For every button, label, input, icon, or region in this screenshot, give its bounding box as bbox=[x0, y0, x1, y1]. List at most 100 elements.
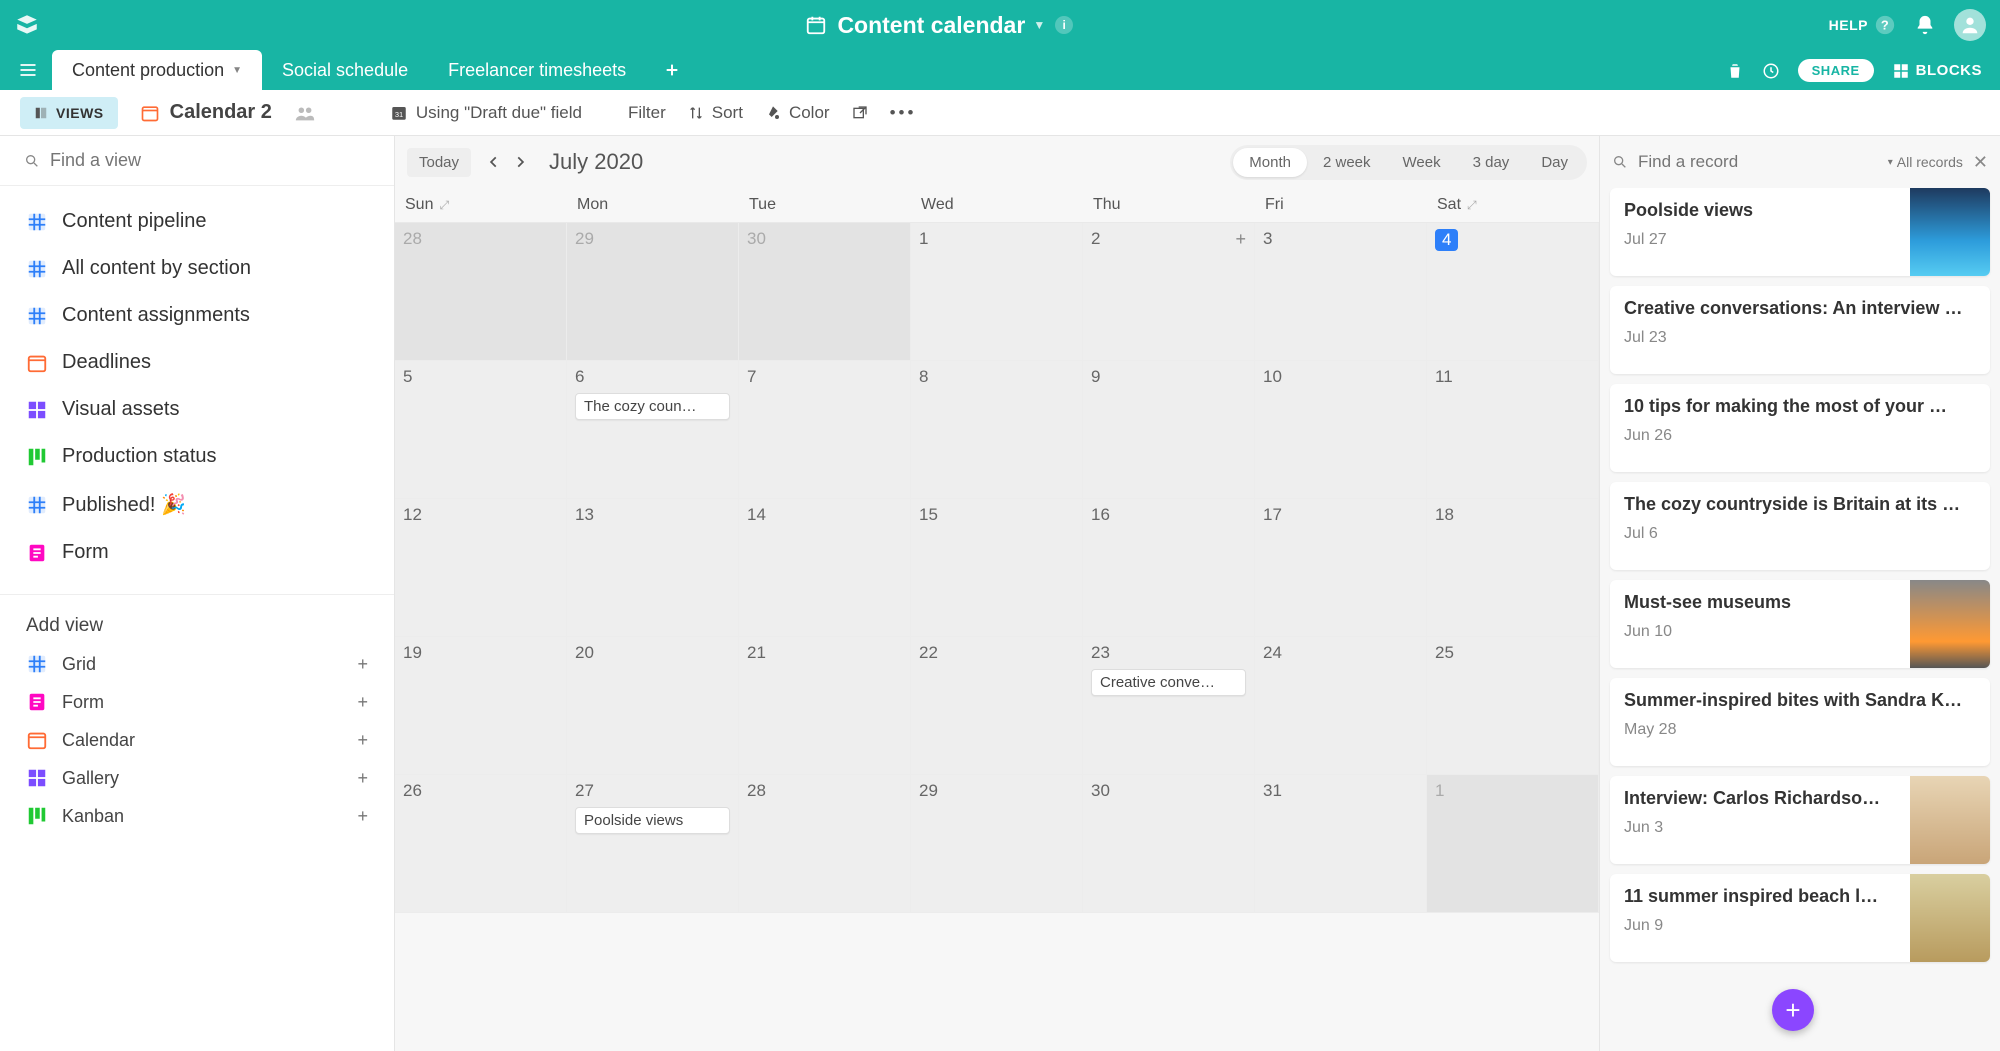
calendar-cell[interactable]: 28+ bbox=[395, 223, 567, 361]
scope-pill[interactable]: Day bbox=[1525, 148, 1584, 177]
next-month-button[interactable] bbox=[509, 151, 531, 173]
calendar-cell[interactable]: 19+ bbox=[395, 637, 567, 775]
calendar-cell[interactable]: 11+ bbox=[1427, 361, 1599, 499]
sidebar-view-item[interactable]: Deadlines bbox=[8, 339, 386, 386]
sidebar-view-item[interactable]: Form bbox=[8, 529, 386, 576]
calendar-cell[interactable]: 1+ bbox=[911, 223, 1083, 361]
calendar-cell[interactable]: 5+ bbox=[395, 361, 567, 499]
user-avatar[interactable] bbox=[1954, 9, 1986, 41]
calendar-cell[interactable]: 18+ bbox=[1427, 499, 1599, 637]
record-card[interactable]: Interview: Carlos Richardso…Jun 3 bbox=[1610, 776, 1990, 864]
calendar-cell[interactable]: 15+ bbox=[911, 499, 1083, 637]
calendar-cell[interactable]: 27+Poolside views bbox=[567, 775, 739, 913]
prev-month-button[interactable] bbox=[483, 151, 505, 173]
sidebar-view-item[interactable]: Content assignments bbox=[8, 292, 386, 339]
expand-icon[interactable]: ⤢ bbox=[439, 198, 449, 213]
find-view-input[interactable] bbox=[50, 150, 370, 171]
calendar-cell[interactable]: 1+ bbox=[1427, 775, 1599, 913]
record-card[interactable]: 11 summer inspired beach l…Jun 9 bbox=[1610, 874, 1990, 962]
calendar-cell[interactable]: 2+ bbox=[1083, 223, 1255, 361]
collaborators-icon[interactable] bbox=[294, 102, 316, 124]
sidebar-view-item[interactable]: Published! 🎉 bbox=[8, 480, 386, 529]
calendar-cell[interactable]: 6+The cozy coun… bbox=[567, 361, 739, 499]
filter-button[interactable]: Filter bbox=[604, 103, 666, 123]
calendar-cell[interactable]: 14+ bbox=[739, 499, 911, 637]
add-view-option[interactable]: Gallery+ bbox=[0, 759, 394, 797]
add-table-button[interactable] bbox=[658, 56, 686, 84]
calendar-cell[interactable]: 10+ bbox=[1255, 361, 1427, 499]
add-event-icon[interactable]: + bbox=[1235, 229, 1246, 250]
table-tab[interactable]: Social schedule bbox=[262, 50, 428, 90]
trash-icon[interactable] bbox=[1726, 62, 1744, 80]
calendar-cell[interactable]: 20+ bbox=[567, 637, 739, 775]
table-tab[interactable]: Content production▼ bbox=[52, 50, 262, 90]
blocks-button[interactable]: BLOCKS bbox=[1892, 62, 1982, 80]
calendar-cell[interactable]: 28+ bbox=[739, 775, 911, 913]
close-records-button[interactable]: ✕ bbox=[1973, 152, 1988, 173]
views-toggle[interactable]: VIEWS bbox=[20, 97, 118, 129]
calendar-cell[interactable]: 31+ bbox=[1255, 775, 1427, 913]
add-view-option[interactable]: Grid+ bbox=[0, 645, 394, 683]
calendar-cell[interactable]: 22+ bbox=[911, 637, 1083, 775]
calendar-cell[interactable]: 29+ bbox=[911, 775, 1083, 913]
calendar-cell[interactable]: 30+ bbox=[1083, 775, 1255, 913]
add-view-option[interactable]: Form+ bbox=[0, 683, 394, 721]
calendar-cell[interactable]: 26+ bbox=[395, 775, 567, 913]
share-button[interactable]: SHARE bbox=[1798, 59, 1874, 82]
info-icon[interactable]: i bbox=[1055, 16, 1073, 34]
all-records-dropdown[interactable]: ▾ All records bbox=[1888, 154, 1963, 170]
notifications-icon[interactable] bbox=[1914, 14, 1936, 36]
calendar-cell[interactable]: 25+ bbox=[1427, 637, 1599, 775]
sidebar-view-item[interactable]: All content by section bbox=[8, 245, 386, 292]
calendar-cell[interactable]: 24+ bbox=[1255, 637, 1427, 775]
scope-pill[interactable]: 3 day bbox=[1457, 148, 1526, 177]
calendar-event[interactable]: The cozy coun… bbox=[575, 393, 730, 420]
sidebar-view-item[interactable]: Content pipeline bbox=[8, 198, 386, 245]
find-record-input[interactable] bbox=[1638, 152, 1878, 172]
history-icon[interactable] bbox=[1762, 62, 1780, 80]
calendar-cell[interactable]: 21+ bbox=[739, 637, 911, 775]
add-view-option[interactable]: Kanban+ bbox=[0, 797, 394, 835]
calendar-cell[interactable]: 4+ bbox=[1427, 223, 1599, 361]
sidebar-view-item[interactable]: Visual assets bbox=[8, 386, 386, 433]
current-view-name[interactable]: Calendar 2 bbox=[140, 101, 272, 124]
calendar-cell[interactable]: 17+ bbox=[1255, 499, 1427, 637]
calendar-cell[interactable]: 30+ bbox=[739, 223, 911, 361]
calendar-event[interactable]: Poolside views bbox=[575, 807, 730, 834]
calendar-cell[interactable]: 7+ bbox=[739, 361, 911, 499]
add-view-option[interactable]: Calendar+ bbox=[0, 721, 394, 759]
expand-icon[interactable]: ⤢ bbox=[1467, 198, 1477, 213]
sort-button[interactable]: Sort bbox=[688, 103, 743, 123]
calendar-cell[interactable]: 29+ bbox=[567, 223, 739, 361]
table-tab[interactable]: Freelancer timesheets bbox=[428, 50, 646, 90]
record-card[interactable]: Summer-inspired bites with Sandra K…May … bbox=[1610, 678, 1990, 766]
record-card[interactable]: Must-see museumsJun 10 bbox=[1610, 580, 1990, 668]
calendar-event[interactable]: Creative conve… bbox=[1091, 669, 1246, 696]
record-card[interactable]: Poolside viewsJul 27 bbox=[1610, 188, 1990, 276]
record-card[interactable]: 10 tips for making the most of your …Jun… bbox=[1610, 384, 1990, 472]
share-view-icon[interactable] bbox=[852, 105, 868, 121]
scope-pill[interactable]: 2 week bbox=[1307, 148, 1387, 177]
today-button[interactable]: Today bbox=[407, 148, 471, 177]
calendar-cell[interactable]: 8+ bbox=[911, 361, 1083, 499]
scope-pill[interactable]: Week bbox=[1387, 148, 1457, 177]
calendar-cell[interactable]: 9+ bbox=[1083, 361, 1255, 499]
hamburger-icon[interactable] bbox=[14, 56, 42, 84]
app-logo[interactable] bbox=[14, 12, 40, 38]
add-record-fab[interactable]: + bbox=[1772, 989, 1814, 1031]
calendar-cell[interactable]: 3+ bbox=[1255, 223, 1427, 361]
color-button[interactable]: Color bbox=[765, 103, 830, 123]
sidebar-view-item[interactable]: Production status bbox=[8, 433, 386, 480]
calendar-cell[interactable]: 12+ bbox=[395, 499, 567, 637]
find-view-search[interactable] bbox=[0, 136, 394, 186]
record-card[interactable]: Creative conversations: An interview …Ju… bbox=[1610, 286, 1990, 374]
scope-pill[interactable]: Month bbox=[1233, 148, 1307, 177]
calendar-cell[interactable]: 13+ bbox=[567, 499, 739, 637]
base-title[interactable]: Content calendar ▼ bbox=[837, 12, 1045, 39]
calendar-cell[interactable]: 16+ bbox=[1083, 499, 1255, 637]
calendar-cell[interactable]: 23+Creative conve… bbox=[1083, 637, 1255, 775]
date-field-button[interactable]: 31 Using "Draft due" field bbox=[390, 103, 582, 123]
more-options-button[interactable]: ••• bbox=[890, 103, 917, 123]
record-card[interactable]: The cozy countryside is Britain at its …… bbox=[1610, 482, 1990, 570]
help-button[interactable]: HELP ? bbox=[1829, 14, 1896, 36]
